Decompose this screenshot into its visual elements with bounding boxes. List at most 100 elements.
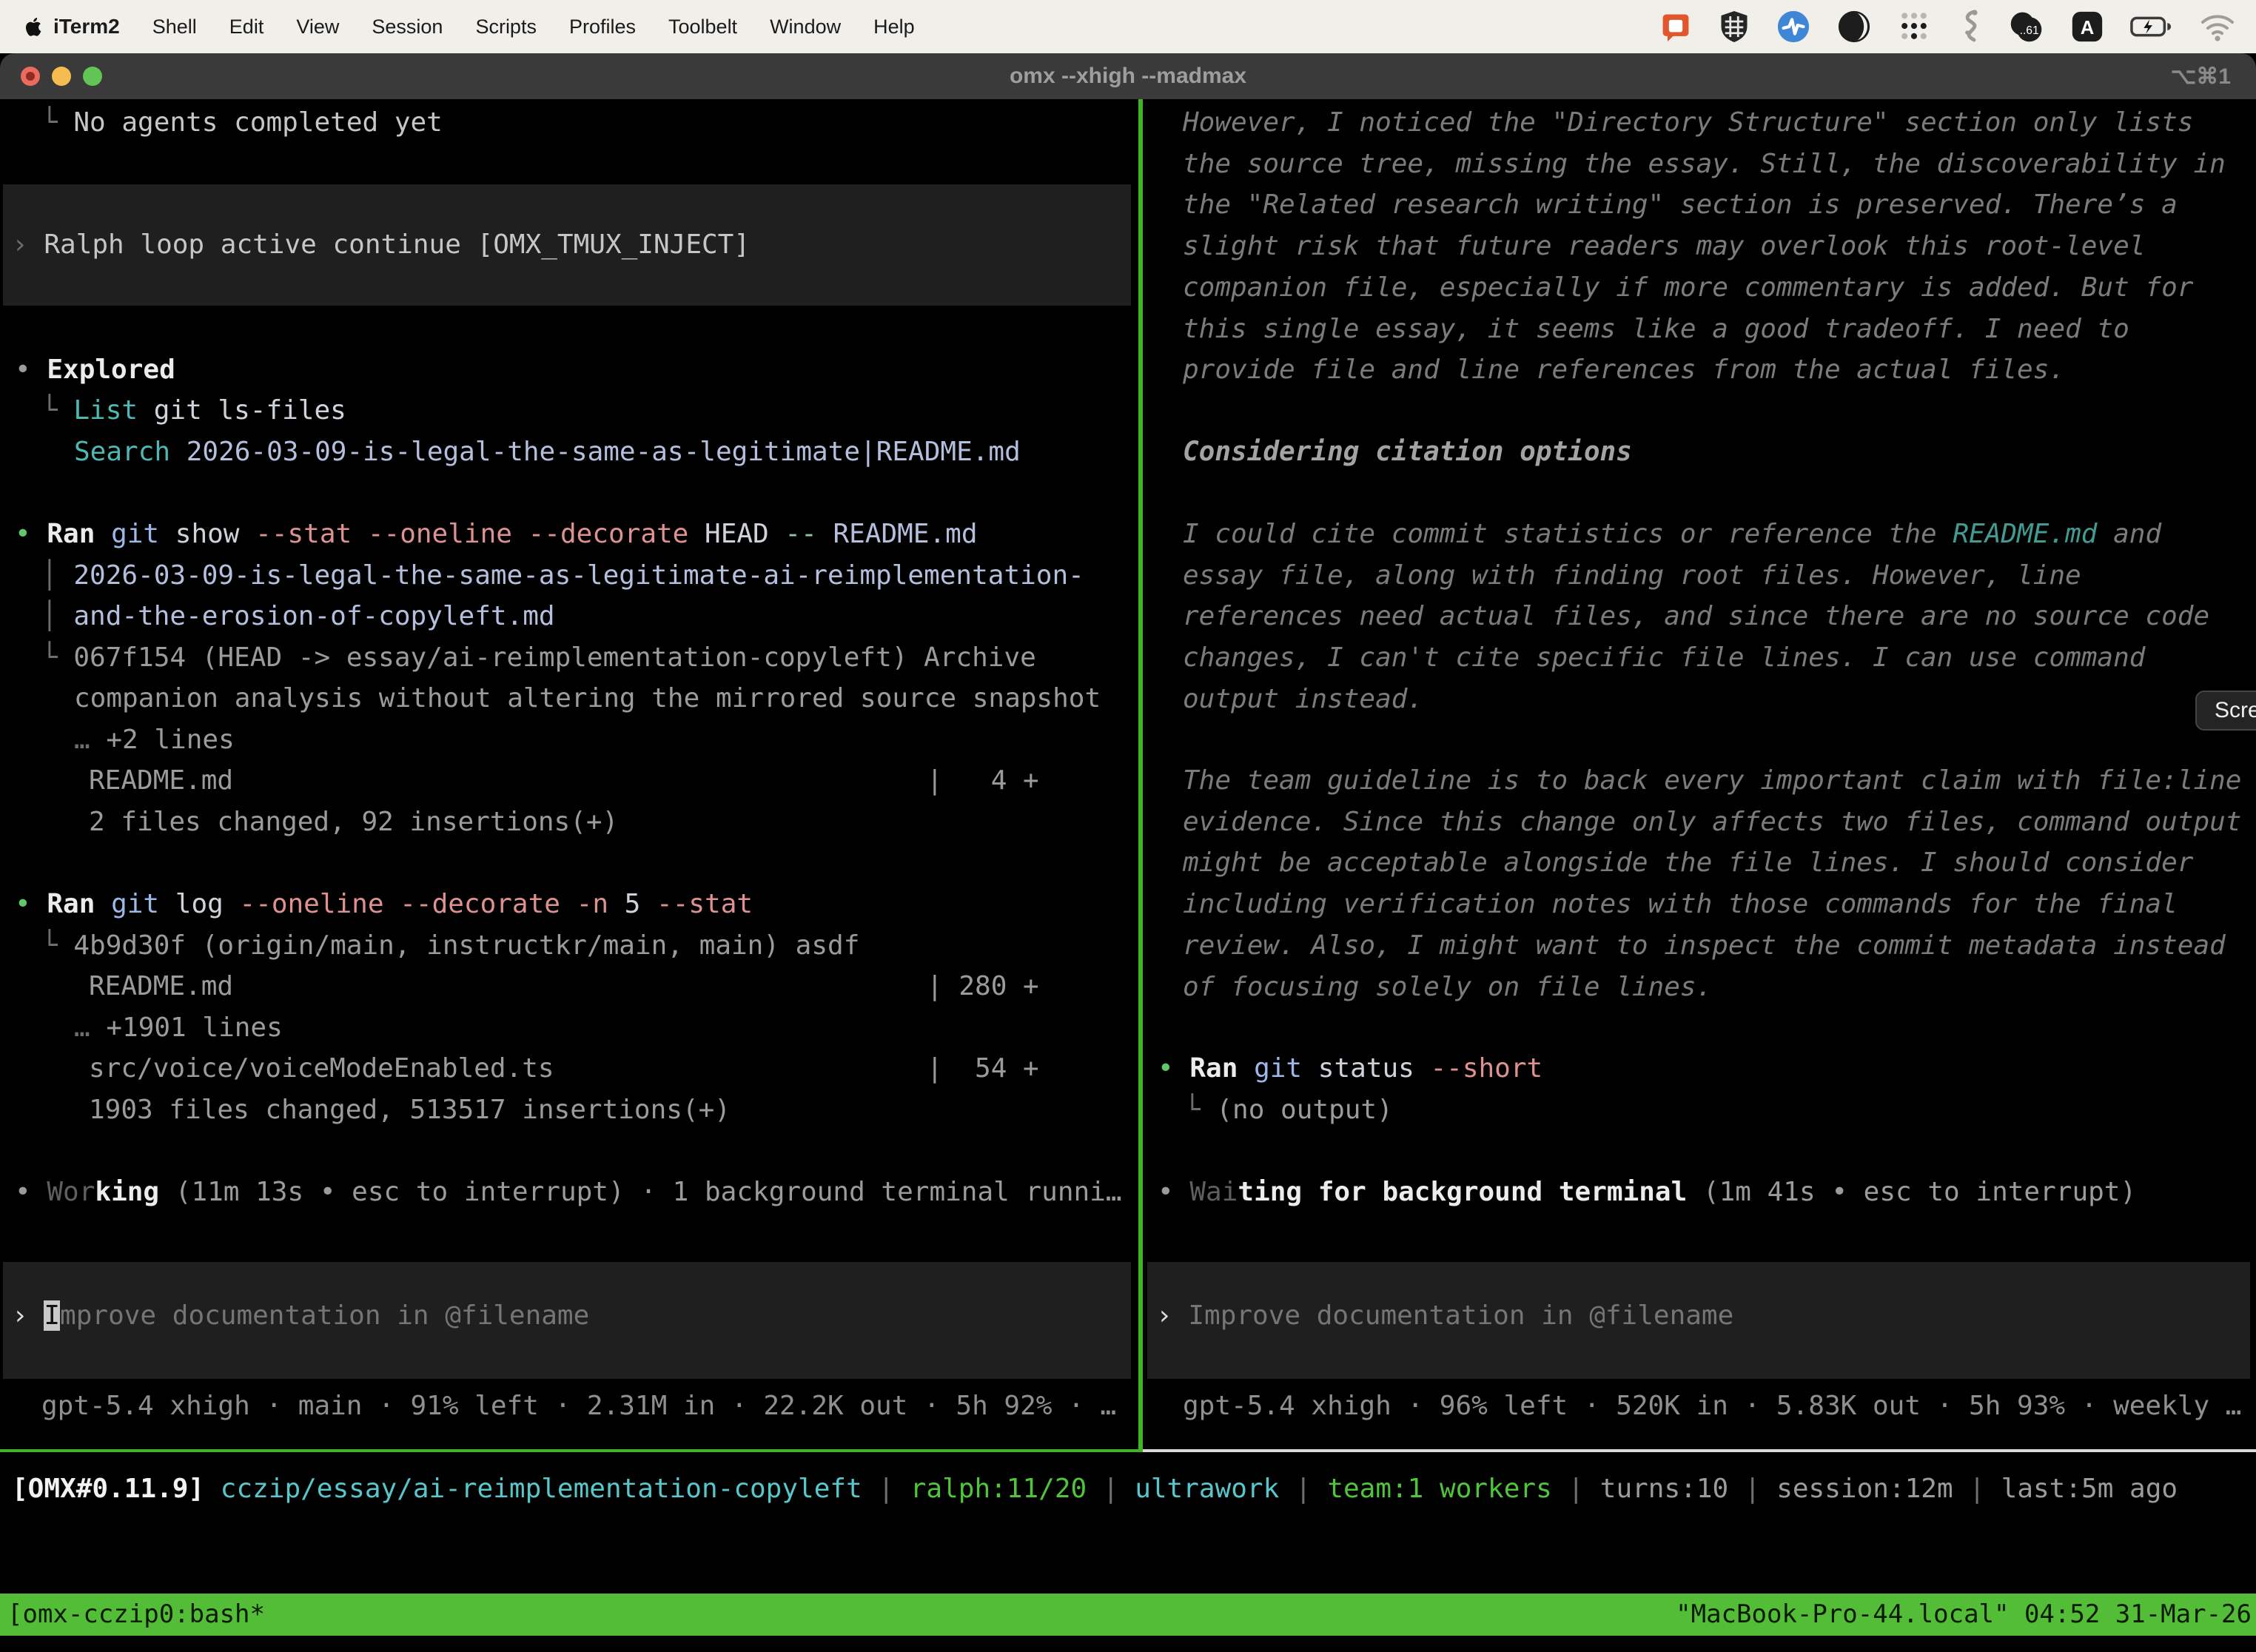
- window-shortcut: ⌥⌘1: [2171, 53, 2231, 99]
- tree-corner: └: [41, 930, 73, 961]
- menu-item-shell[interactable]: Shell: [152, 16, 197, 38]
- menu-item-help[interactable]: Help: [873, 16, 915, 38]
- stat-filename: README.md: [89, 971, 233, 1001]
- pane-bottom-border-active: [0, 1449, 1143, 1452]
- menu-item-iterm2[interactable]: iTerm2: [53, 15, 120, 38]
- separator: |: [862, 1474, 910, 1504]
- omx-version: [OMX#0.11.9]: [12, 1474, 221, 1504]
- output-text: and-the-erosion-of-copyleft.md: [73, 601, 554, 631]
- tree-corner: └: [41, 642, 73, 673]
- dots-grid-icon[interactable]: [1898, 10, 1930, 43]
- git-show-more-line: … +2 lines: [0, 719, 1138, 761]
- waiting-shimmer-dim: Wai: [1189, 1177, 1238, 1207]
- shield-grid-icon[interactable]: [1719, 10, 1750, 44]
- prompt-input-line[interactable]: › Improve documentation in @filename: [1147, 1295, 2250, 1337]
- screenshot-notification-label: Scre: [2215, 698, 2256, 723]
- omx-ralph-counter: ralph:11/20: [910, 1474, 1087, 1504]
- waiting-shimmer-bold: ting for background terminal: [1238, 1177, 1687, 1207]
- working-detail: (11m 13s • esc to interrupt) · 1 backgro…: [159, 1177, 1121, 1207]
- git-log-more-line: … +1901 lines: [0, 1007, 1138, 1049]
- cmd-flag: --decorate: [400, 889, 576, 919]
- bullet-icon: •: [15, 1177, 47, 1207]
- separator: |: [1087, 1474, 1135, 1504]
- menu-item-view[interactable]: View: [296, 16, 339, 38]
- cmd-arg: HEAD: [705, 519, 785, 549]
- menu-item-profiles[interactable]: Profiles: [569, 16, 636, 38]
- git-log-summary-line: 1903 files changed, 513517 insertions(+): [0, 1089, 1138, 1131]
- cmd-flag: --decorate: [528, 519, 705, 549]
- menu-items: iTerm2 Shell Edit View Session Scripts P…: [53, 15, 915, 38]
- window-title-bar[interactable]: omx --xhigh --madmax ⌥⌘1: [0, 53, 2256, 99]
- tree-pipe: │: [41, 601, 73, 631]
- input-source-a-icon[interactable]: A: [2071, 10, 2104, 43]
- tmux-status-bar: [omx-cczip0:bash* "MacBook-Pro-44.local"…: [0, 1594, 2256, 1636]
- model-status-line: gpt-5.4 xhigh · main · 91% left · 2.31M …: [0, 1386, 1138, 1427]
- prompt-input-box[interactable]: › Improve documentation in @filename: [1147, 1262, 2250, 1379]
- banner-text: Ralph loop active continue [OMX_TMUX_INJ…: [44, 229, 750, 260]
- ralph-banner: › Ralph loop active continue [OMX_TMUX_I…: [3, 184, 1131, 306]
- battery-icon[interactable]: [2130, 10, 2173, 43]
- prompt-input-line[interactable]: › Improve documentation in @filename: [3, 1295, 1131, 1337]
- reasoning-heading-text: Considering citation options: [1183, 437, 1632, 467]
- cmd-flag: --stat: [255, 519, 368, 549]
- reasoning-paragraph: I could cite commit statistics or refere…: [1183, 514, 2255, 720]
- stat-count: | 4 +: [927, 760, 1039, 802]
- menu-item-window[interactable]: Window: [770, 16, 841, 38]
- menu-item-toolbelt[interactable]: Toolbelt: [668, 16, 737, 38]
- screenshot-notification[interactable]: Scre: [2195, 691, 2256, 731]
- git-show-output-line: └ 067f154 (HEAD -> essay/ai-reimplementa…: [0, 637, 1138, 679]
- agents-note: No agents completed yet: [73, 107, 443, 138]
- output-text: 067f154 (HEAD -> essay/ai-reimplementati…: [73, 642, 1035, 673]
- no-output-line: └ (no output): [1143, 1089, 2256, 1131]
- dragon-icon[interactable]: [1957, 9, 1982, 44]
- wifi-icon[interactable]: [2200, 12, 2235, 41]
- more-lines: +1901 lines: [106, 1013, 282, 1043]
- summary-text: 2 files changed, 92 insertions(+): [89, 807, 618, 837]
- omx-ultrawork-mode: ultrawork: [1135, 1474, 1279, 1504]
- separator: |: [1728, 1474, 1776, 1504]
- macos-menu-bar: iTerm2 Shell Edit View Session Scripts P…: [0, 0, 2256, 53]
- ran-label: Ran: [47, 889, 111, 919]
- omx-last-activity: last:5m ago: [2001, 1474, 2178, 1504]
- ran-label: Ran: [47, 519, 111, 549]
- cmd-sub: show: [175, 519, 255, 549]
- omx-session-time: session:12m: [1776, 1474, 1953, 1504]
- terminal-area: └ No agents completed yet › Ralph loop a…: [0, 99, 2256, 1449]
- cmd-flag: --oneline: [239, 889, 400, 919]
- explored-label: Explored: [47, 355, 175, 385]
- ran-label: Ran: [1189, 1053, 1254, 1084]
- separator: |: [1279, 1474, 1327, 1504]
- menu-item-scripts[interactable]: Scripts: [475, 16, 537, 38]
- chat-icon[interactable]: [1659, 10, 1692, 43]
- left-terminal-pane[interactable]: └ No agents completed yet › Ralph loop a…: [0, 99, 1138, 1449]
- menu-item-edit[interactable]: Edit: [229, 16, 264, 38]
- badge-61-icon[interactable]: ..61: [2009, 10, 2044, 44]
- list-keyword: List: [73, 395, 153, 426]
- prompt-input-box[interactable]: › Improve documentation in @filename: [3, 1262, 1131, 1379]
- tmux-session-window[interactable]: [omx-cczip0:bash*: [7, 1594, 265, 1636]
- menu-status-icons: ..61 A: [1659, 9, 2235, 44]
- git-log-output-line: └ 4b9d30f (origin/main, instructkr/main,…: [0, 925, 1138, 967]
- apple-menu-icon[interactable]: [21, 14, 43, 39]
- summary-text: 1903 files changed, 513517 insertions(+): [89, 1095, 731, 1125]
- right-terminal-pane[interactable]: However, I noticed the "Directory Struct…: [1143, 99, 2256, 1449]
- cmd-dashdash: --: [785, 519, 833, 549]
- git-show-output-line: │ 2026-03-09-is-legal-the-same-as-legiti…: [0, 555, 1138, 597]
- git-show-summary-line: 2 files changed, 92 insertions(+): [0, 802, 1138, 843]
- tree-pipe: │: [41, 560, 73, 591]
- screen: iTerm2 Shell Edit View Session Scripts P…: [0, 0, 2256, 1652]
- pulse-icon[interactable]: [1776, 10, 1810, 44]
- bullet-icon: •: [15, 889, 47, 919]
- tree-corner: └: [41, 107, 73, 138]
- omx-team-workers: team:1 workers: [1327, 1474, 1551, 1504]
- cmd-arg: 5: [625, 889, 657, 919]
- stat-count: | 280 +: [927, 966, 1039, 1007]
- text-cursor: I: [44, 1300, 60, 1331]
- cmd-git: git: [111, 519, 175, 549]
- contrast-moon-icon[interactable]: [1837, 10, 1871, 44]
- git-show-output-line: companion analysis without altering the …: [0, 678, 1138, 719]
- cmd-git: git: [1254, 1053, 1318, 1084]
- banner-prompt: ›: [12, 229, 44, 260]
- output-text: companion analysis without altering the …: [74, 683, 1101, 713]
- menu-item-session[interactable]: Session: [372, 16, 443, 38]
